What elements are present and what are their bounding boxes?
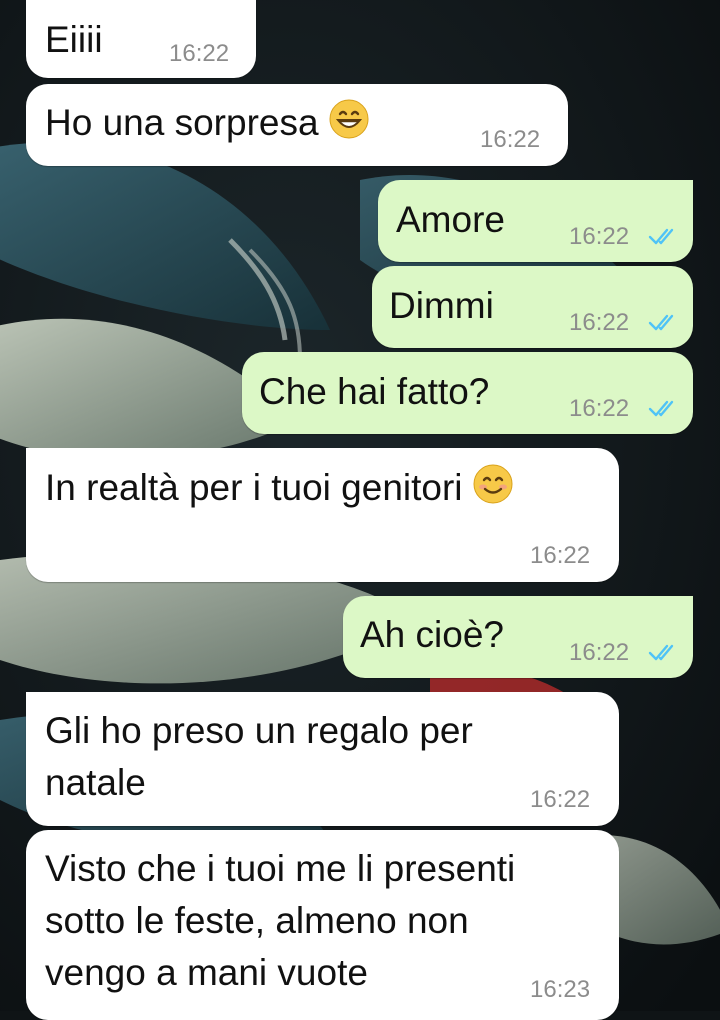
message-text-line: sotto le feste, almeno non [45, 900, 469, 941]
message-time: 16:22 [169, 40, 230, 67]
message-time: 16:22 [530, 786, 591, 813]
message-text-line: Gli ho preso un regalo per [45, 710, 473, 751]
message-time: 16:22 [569, 639, 630, 666]
incoming-message[interactable]: Gli ho preso un regalo per natale 16:22 [26, 692, 619, 826]
message-text: In realtà per i tuoi genitori [45, 461, 513, 514]
message-text: Che hai fatto? [259, 371, 490, 412]
message-text-content: Ho una sorpresa [45, 102, 319, 143]
incoming-message[interactable]: Ho una sorpresa 16:22 [26, 84, 568, 166]
message-text-line: vengo a mani vuote [45, 952, 368, 993]
read-receipt-icon [648, 228, 674, 245]
message-text-content: In realtà per i tuoi genitori [45, 467, 463, 508]
outgoing-message[interactable]: Amore 16:22 [378, 180, 693, 262]
message-text: Ah cioè? [360, 614, 504, 655]
message-text: Ho una sorpresa [45, 96, 369, 149]
message-time: 16:22 [569, 309, 630, 336]
message-time: 16:22 [480, 126, 541, 153]
message-time: 16:23 [530, 976, 591, 1003]
outgoing-message[interactable]: Dimmi 16:22 [372, 266, 693, 348]
incoming-message[interactable]: Eiiii 16:22 [26, 0, 256, 78]
read-receipt-icon [648, 644, 674, 661]
message-time: 16:22 [530, 542, 591, 569]
incoming-message[interactable]: In realtà per i tuoi genitori 16:22 [26, 448, 619, 582]
chat-message-list[interactable]: Eiiii 16:22 Ho una sorpresa 16:22 Amore … [0, 0, 720, 1020]
message-text-line: natale [45, 762, 146, 803]
message-text-line: Visto che i tuoi me li presenti [45, 848, 516, 889]
message-time: 16:22 [569, 223, 630, 250]
outgoing-message[interactable]: Ah cioè? 16:22 [343, 596, 693, 678]
message-text: Amore [396, 199, 505, 240]
outgoing-message[interactable]: Che hai fatto? 16:22 [242, 352, 693, 434]
read-receipt-icon [648, 314, 674, 331]
message-text: Dimmi [389, 285, 494, 326]
smiling-face-emoji [473, 464, 513, 504]
incoming-message[interactable]: Visto che i tuoi me li presenti sotto le… [26, 830, 619, 1020]
message-time: 16:22 [569, 395, 630, 422]
message-text: Eiiii [45, 19, 103, 60]
grinning-face-emoji [329, 99, 369, 139]
read-receipt-icon [648, 400, 674, 417]
